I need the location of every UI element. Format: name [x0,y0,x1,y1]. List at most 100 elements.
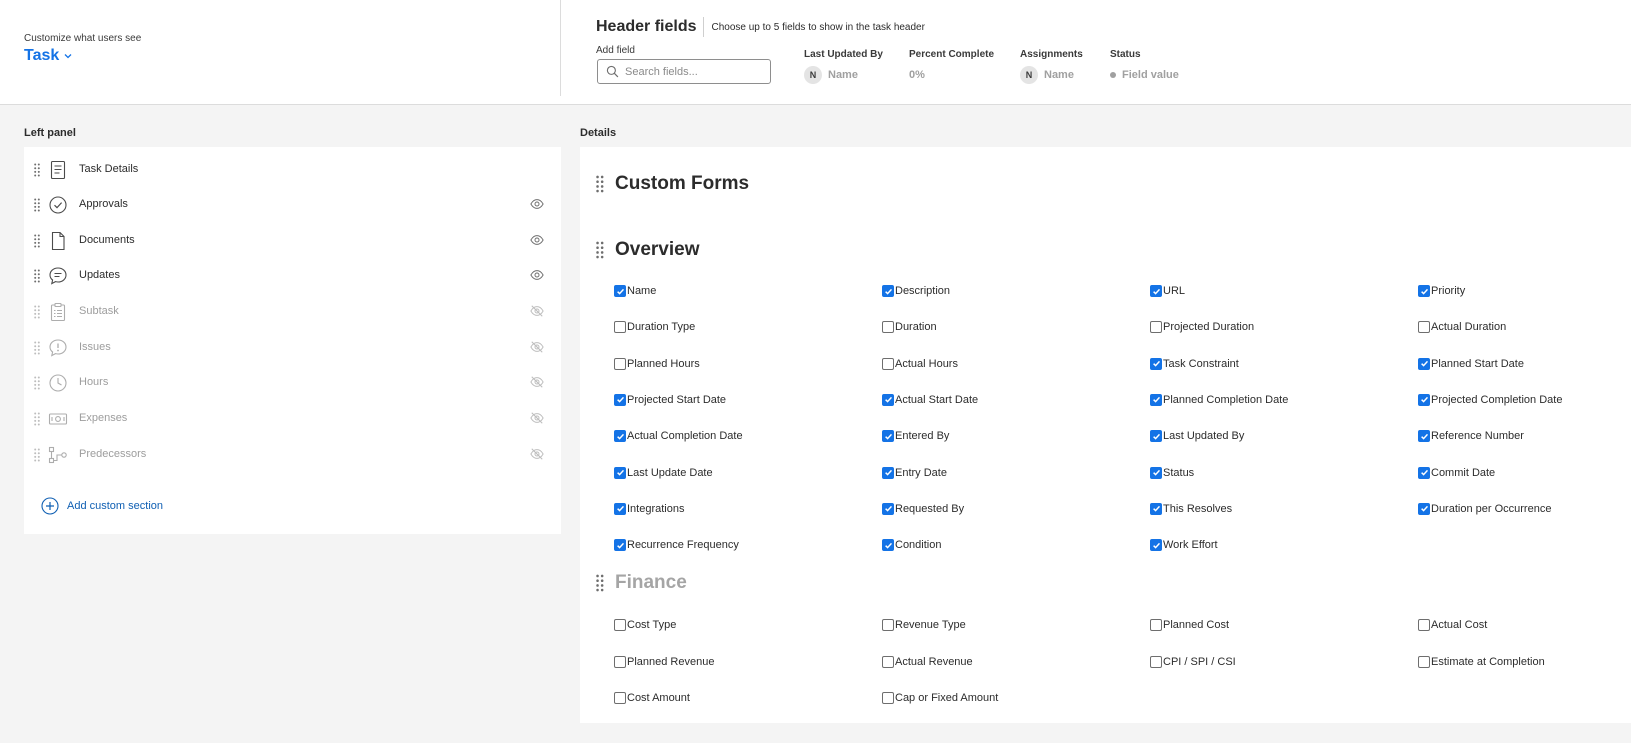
checkbox-projected-completion-date[interactable]: Projected Completion Date [1418,393,1562,406]
checkbox-checked[interactable] [882,466,894,479]
checkbox-projected-duration[interactable]: Projected Duration [1150,321,1254,334]
left-panel-item-approvals[interactable]: Approvals [24,186,561,223]
header-field-status[interactable]: Status Field value [1110,49,1179,81]
checkbox-description[interactable]: Description [882,285,950,297]
left-panel-item-task-details[interactable]: Task Details [24,151,561,188]
header-field-percent-complete[interactable]: Percent Complete 0% [909,49,994,81]
checkbox-checked[interactable] [1418,430,1430,443]
checkbox-estimate-at-completion[interactable]: Estimate at Completion [1418,655,1545,668]
checkbox-duration[interactable]: Duration [882,321,937,334]
checkbox-checked[interactable] [1418,502,1430,515]
checkbox-unchecked[interactable] [614,619,626,631]
checkbox-planned-revenue[interactable]: Planned Revenue [614,655,714,668]
checkbox-integrations[interactable]: Integrations [614,502,684,515]
checkbox-checked[interactable] [1150,502,1162,515]
checkbox-cost-type[interactable]: Cost Type [614,619,676,631]
drag-handle-icon[interactable] [34,376,40,390]
header-field-assignments[interactable]: Assignments N Name [1020,49,1083,84]
checkbox-entered-by[interactable]: Entered By [882,430,949,443]
checkbox-checked[interactable] [882,430,894,443]
checkbox-reference-number[interactable]: Reference Number [1418,430,1524,443]
drag-handle-icon[interactable] [34,305,40,319]
object-type-dropdown[interactable]: Task [24,47,141,65]
checkbox-condition[interactable]: Condition [882,539,941,552]
checkbox-checked[interactable] [1150,285,1162,297]
checkbox-recurrence-frequency[interactable]: Recurrence Frequency [614,539,739,552]
drag-handle-icon[interactable] [34,341,40,355]
checkbox-checked[interactable] [1418,393,1430,406]
checkbox-cpi-spi-csi[interactable]: CPI / SPI / CSI [1150,655,1236,668]
checkbox-checked[interactable] [882,393,894,406]
checkbox-checked[interactable] [1150,357,1162,370]
checkbox-actual-hours[interactable]: Actual Hours [882,357,958,370]
checkbox-planned-start-date[interactable]: Planned Start Date [1418,357,1524,370]
checkbox-checked[interactable] [614,466,626,479]
checkbox-checked[interactable] [1150,539,1162,552]
checkbox-unchecked[interactable] [1418,321,1430,334]
checkbox-unchecked[interactable] [1418,655,1430,668]
left-panel-item-predecessors[interactable]: Predecessors [24,436,561,473]
checkbox-checked[interactable] [614,285,626,297]
header-field-last-updated-by[interactable]: Last Updated By N Name [804,49,883,84]
left-panel-item-documents[interactable]: Documents [24,222,561,259]
checkbox-unchecked[interactable] [882,619,894,631]
eye-icon[interactable] [530,197,544,211]
checkbox-unchecked[interactable] [1150,619,1162,631]
checkbox-actual-cost[interactable]: Actual Cost [1418,619,1487,631]
drag-handle-icon[interactable] [34,269,40,283]
checkbox-actual-start-date[interactable]: Actual Start Date [882,393,978,406]
checkbox-last-updated-by[interactable]: Last Updated By [1150,430,1244,443]
checkbox-planned-cost[interactable]: Planned Cost [1150,619,1229,631]
checkbox-actual-duration[interactable]: Actual Duration [1418,321,1506,334]
checkbox-cap-or-fixed-amount[interactable]: Cap or Fixed Amount [882,692,998,704]
checkbox-checked[interactable] [1150,393,1162,406]
checkbox-status[interactable]: Status [1150,466,1194,479]
checkbox-this-resolves[interactable]: This Resolves [1150,502,1232,515]
checkbox-actual-completion-date[interactable]: Actual Completion Date [614,430,743,443]
checkbox-checked[interactable] [1418,466,1430,479]
checkbox-checked[interactable] [882,502,894,515]
search-field-box[interactable] [597,59,771,84]
drag-handle-icon[interactable] [34,163,40,177]
checkbox-checked[interactable] [614,502,626,515]
checkbox-unchecked[interactable] [1150,321,1162,334]
checkbox-unchecked[interactable] [882,655,894,668]
eye-icon[interactable] [530,233,544,247]
checkbox-checked[interactable] [882,285,894,297]
checkbox-actual-revenue[interactable]: Actual Revenue [882,655,973,668]
left-panel-item-issues[interactable]: Issues [24,329,561,366]
checkbox-unchecked[interactable] [1150,655,1162,668]
checkbox-requested-by[interactable]: Requested By [882,502,964,515]
eye-icon[interactable] [530,268,544,282]
drag-handle-icon[interactable] [596,241,604,259]
search-input[interactable] [625,65,765,78]
checkbox-checked[interactable] [1150,430,1162,443]
checkbox-revenue-type[interactable]: Revenue Type [882,619,966,631]
drag-handle-icon[interactable] [34,234,40,248]
checkbox-unchecked[interactable] [882,692,894,704]
checkbox-checked[interactable] [614,393,626,406]
eye-off-icon[interactable] [530,340,544,354]
checkbox-unchecked[interactable] [882,321,894,334]
checkbox-unchecked[interactable] [614,655,626,668]
checkbox-checked[interactable] [1418,357,1430,370]
checkbox-priority[interactable]: Priority [1418,285,1465,297]
drag-handle-icon[interactable] [34,448,40,462]
left-panel-item-subtask[interactable]: Subtask [24,293,561,330]
drag-handle-icon[interactable] [34,198,40,212]
checkbox-planned-completion-date[interactable]: Planned Completion Date [1150,393,1288,406]
checkbox-task-constraint[interactable]: Task Constraint [1150,357,1239,370]
eye-off-icon[interactable] [530,304,544,318]
checkbox-unchecked[interactable] [614,321,626,334]
eye-off-icon[interactable] [530,411,544,425]
checkbox-checked[interactable] [614,539,626,552]
drag-handle-icon[interactable] [596,175,604,193]
checkbox-projected-start-date[interactable]: Projected Start Date [614,393,726,406]
checkbox-commit-date[interactable]: Commit Date [1418,466,1495,479]
left-panel-item-hours[interactable]: Hours [24,364,561,401]
checkbox-checked[interactable] [1418,285,1430,297]
drag-handle-icon[interactable] [34,412,40,426]
checkbox-checked[interactable] [882,539,894,552]
add-custom-section-button[interactable]: Add custom section [41,497,163,515]
eye-off-icon[interactable] [530,447,544,461]
